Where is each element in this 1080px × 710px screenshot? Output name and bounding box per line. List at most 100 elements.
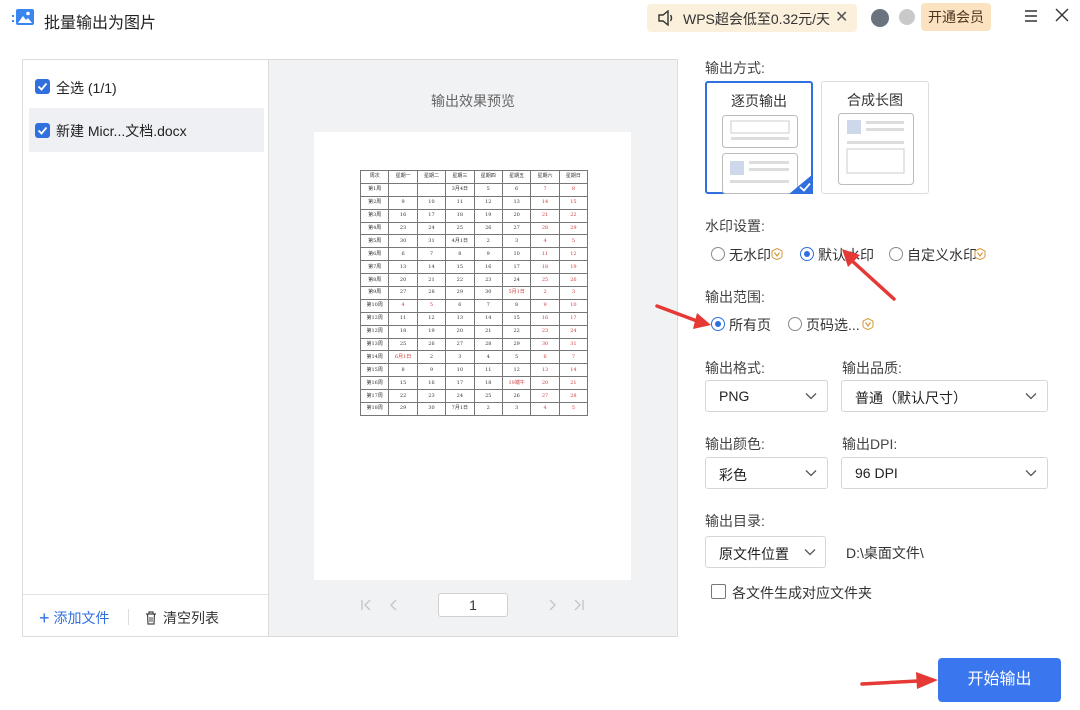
calendar-cell: 22 bbox=[558, 208, 589, 223]
output-format-label: 输出格式: bbox=[705, 360, 765, 376]
trash-icon bbox=[146, 611, 156, 625]
next-page-icon[interactable] bbox=[545, 598, 559, 612]
calendar-cell: 4 bbox=[388, 298, 418, 313]
chevron-down-icon bbox=[805, 470, 817, 477]
calendar-header-cell: 星期五 bbox=[501, 170, 532, 184]
calendar-cell: 21 bbox=[530, 208, 560, 223]
radio-label: 自定义水印 bbox=[907, 247, 977, 263]
output-range-label: 输出范围: bbox=[705, 289, 765, 305]
calendar-cell: 20 bbox=[501, 208, 532, 223]
vip-button[interactable]: 开通会员 bbox=[921, 3, 991, 31]
color-select[interactable]: 彩色 bbox=[705, 457, 828, 489]
output-path: D:\桌面文件\ bbox=[846, 545, 924, 561]
calendar-row: 第15周 8 9 10 11 12 13 14 bbox=[359, 363, 589, 378]
mode-card-title: 合成长图 bbox=[847, 92, 903, 108]
calendar-cell: 21 bbox=[558, 376, 589, 391]
promo-text: WPS超会低至0.32元/天 bbox=[683, 11, 831, 27]
dpi-select[interactable]: 96 DPI bbox=[841, 457, 1048, 489]
calendar-cell: 19 bbox=[558, 260, 589, 275]
quality-select[interactable]: 普通（默认尺寸） bbox=[841, 380, 1048, 412]
mode-card-long-image[interactable]: 合成长图 bbox=[821, 81, 929, 194]
checkbox-checked[interactable] bbox=[35, 123, 50, 138]
radio-button[interactable] bbox=[788, 317, 802, 331]
radio-label: 无水印 bbox=[729, 247, 771, 263]
file-list-footer: + 添加文件 清空列表 bbox=[23, 594, 269, 638]
radio-button[interactable] bbox=[711, 247, 725, 261]
calendar-cell: 18 bbox=[473, 376, 503, 391]
calendar-cell: 7月1日 bbox=[445, 402, 475, 416]
calendar-cell: 第9周 bbox=[359, 286, 390, 300]
calendar-cell: 9 bbox=[530, 298, 560, 313]
calendar-cell: 6 bbox=[501, 182, 532, 197]
calendar-header-row: 周次 星期一 星期二 星期三 星期四 星期五 星期六 星期日 bbox=[359, 170, 589, 184]
user-avatar[interactable] bbox=[871, 9, 889, 27]
calendar-cell: 20 bbox=[445, 324, 475, 339]
promo-close-icon[interactable]: ✕ bbox=[835, 7, 848, 27]
checkbox-checked[interactable] bbox=[35, 79, 50, 94]
calendar-cell: 11 bbox=[530, 247, 560, 262]
calendar-cell: 15 bbox=[501, 311, 532, 326]
watermark-label: 水印设置: bbox=[705, 218, 765, 234]
calendar-cell: 11 bbox=[445, 195, 475, 210]
first-page-icon[interactable] bbox=[359, 598, 373, 612]
calendar-cell: 12 bbox=[473, 195, 503, 210]
mode-card-page-by-page[interactable]: 逐页输出 bbox=[705, 81, 813, 194]
promo-banner[interactable]: WPS超会低至0.32元/天 ✕ bbox=[647, 4, 857, 32]
calendar-header-cell: 星期一 bbox=[388, 170, 418, 184]
radio-label: 所有页 bbox=[729, 317, 771, 333]
add-file-button[interactable]: + 添加文件 bbox=[39, 608, 110, 629]
status-icon[interactable] bbox=[899, 9, 915, 25]
calendar-cell: 20 bbox=[388, 273, 418, 288]
calendar-cell: 30 bbox=[416, 402, 447, 416]
calendar-cell: 27 bbox=[445, 337, 475, 352]
menu-icon[interactable] bbox=[1023, 8, 1039, 24]
per-file-folder-label: 各文件生成对应文件夹 bbox=[732, 585, 872, 601]
calendar-cell: 第8周 bbox=[359, 273, 390, 288]
select-all-label: 全选 (1/1) bbox=[56, 80, 117, 96]
output-dpi-label: 输出DPI: bbox=[842, 436, 898, 452]
calendar-cell: 17 bbox=[445, 376, 475, 391]
clear-list-button[interactable]: 清空列表 bbox=[145, 608, 219, 628]
calendar-cell: 第15周 bbox=[359, 363, 390, 378]
calendar-cell: 18 bbox=[388, 324, 418, 339]
radio-button[interactable] bbox=[889, 247, 903, 261]
directory-select[interactable]: 原文件位置 bbox=[705, 536, 826, 568]
calendar-row: 第9周 27 28 29 30 5月1日 2 3 bbox=[359, 286, 589, 300]
calendar-cell: 31 bbox=[416, 234, 447, 249]
radio-button-selected[interactable] bbox=[711, 317, 725, 331]
preview-title: 输出效果预览 bbox=[431, 93, 515, 109]
vip-badge-icon bbox=[974, 248, 986, 260]
calendar-cell: 第16周 bbox=[359, 376, 390, 391]
per-file-folder-checkbox[interactable] bbox=[711, 584, 726, 599]
last-page-icon[interactable] bbox=[572, 598, 586, 612]
select-value: 96 DPI bbox=[855, 465, 898, 481]
calendar-cell: 9 bbox=[473, 247, 503, 262]
calendar-cell: 第6周 bbox=[359, 247, 390, 262]
calendar-cell: 14 bbox=[416, 260, 447, 275]
calendar-cell: 16 bbox=[388, 208, 418, 223]
calendar-cell: 24 bbox=[558, 324, 589, 339]
close-window-icon[interactable] bbox=[1054, 7, 1070, 23]
format-select[interactable]: PNG bbox=[705, 380, 828, 412]
calendar-cell: 13 bbox=[501, 195, 532, 210]
add-file-label: 添加文件 bbox=[53, 610, 110, 626]
calendar-row: 第5周 30 31 4月1日 2 3 4 5 bbox=[359, 234, 589, 249]
calendar-cell: 第1周 bbox=[359, 182, 390, 197]
output-color-label: 输出颜色: bbox=[705, 436, 765, 452]
previous-page-icon[interactable] bbox=[387, 598, 401, 612]
calendar-row: 第14周 6月1日 2 3 4 5 6 7 bbox=[359, 350, 589, 365]
start-output-button[interactable]: 开始输出 bbox=[938, 658, 1061, 702]
plus-icon: + bbox=[39, 608, 50, 628]
page-number-input[interactable]: 1 bbox=[438, 593, 508, 617]
radio-button-selected[interactable] bbox=[800, 247, 814, 261]
calendar-cell: 24 bbox=[445, 389, 475, 404]
calendar-cell: 17 bbox=[416, 208, 447, 223]
calendar-header-cell: 周次 bbox=[359, 170, 390, 184]
calendar-cell: 15 bbox=[445, 260, 475, 275]
calendar-cell: 7 bbox=[416, 247, 447, 262]
calendar-cell: 第3周 bbox=[359, 208, 390, 223]
calendar-cell: 24 bbox=[501, 273, 532, 288]
file-list-item[interactable]: 新建 Micr...文档.docx bbox=[29, 108, 264, 152]
calendar-cell: 14 bbox=[558, 363, 589, 378]
calendar-cell: 18 bbox=[445, 208, 475, 223]
